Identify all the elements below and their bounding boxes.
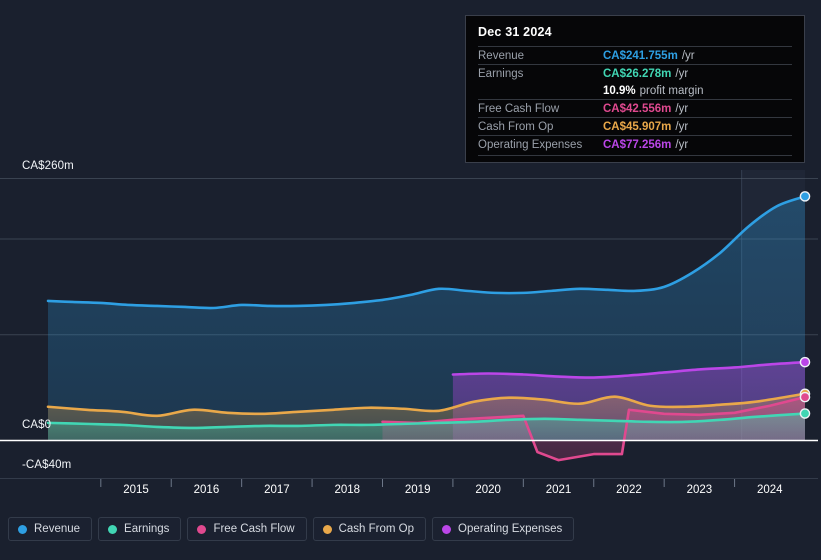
tooltip-row-unit: profit margin (639, 85, 704, 97)
tooltip-bottom-rule (478, 155, 792, 156)
y-axis-tick-label: CA$0 (22, 419, 52, 431)
tooltip-row-value: CA$241.755m (603, 50, 678, 62)
legend-item-free-cash-flow[interactable]: Free Cash Flow (187, 517, 307, 541)
legend-item-label: Earnings (124, 523, 170, 535)
x-axis-tick-label: 2018 (334, 484, 361, 496)
y-axis-tick-label: CA$260m (22, 160, 74, 172)
legend-item-label: Operating Expenses (458, 523, 563, 535)
legend-item-revenue[interactable]: Revenue (8, 517, 93, 541)
tooltip-row-value: CA$26.278m (603, 68, 672, 80)
legend-item-cash-from-op[interactable]: Cash From Op (312, 517, 427, 541)
tooltip-row-label: Earnings (478, 68, 524, 80)
tooltip-date: Dec 31 2024 (478, 25, 552, 39)
data-tooltip: Dec 31 2024 Revenue CA$241.755m/yr Earning… (465, 15, 805, 163)
chart-legend[interactable]: Revenue Earnings Free Cash Flow Cash From O… (8, 517, 575, 541)
tooltip-row-label: Operating Expenses (478, 139, 583, 151)
tooltip-row-value: CA$42.556m (603, 103, 672, 115)
tooltip-row-unit: /yr (675, 103, 689, 115)
tooltip-row-value: CA$77.256m (603, 139, 672, 151)
x-axis-tick-label: 2021 (545, 484, 572, 496)
tooltip-row-label: Revenue (478, 50, 525, 62)
x-axis-tick-label: 2023 (686, 484, 713, 496)
legend-color-dot-icon (442, 524, 452, 534)
tooltip-row-value: 10.9% (603, 85, 636, 97)
tooltip-row-unit: /yr (675, 121, 689, 133)
legend-color-dot-icon (197, 524, 207, 534)
tooltip-row-unit: /yr (675, 68, 689, 80)
tooltip-row-unit: /yr (675, 139, 689, 151)
legend-color-dot-icon (18, 524, 27, 534)
legend-item-label: Cash From Op (338, 523, 415, 535)
tooltip-row: Free Cash Flow CA$42.556m/yr (478, 99, 792, 117)
financial-chart: CA$260m CA$0 -CA$40m 2015 2016 2017 2018 2019 2… (0, 0, 821, 560)
legend-item-operating-expenses[interactable]: Operating Expenses (432, 517, 575, 541)
tooltip-row: 10.9% profit margin (478, 82, 792, 99)
tooltip-row-label: Cash From Op (478, 121, 554, 133)
x-axis-tick-label: 2020 (475, 484, 501, 496)
tooltip-rows: Revenue CA$241.755m/yr Earnings CA$26.278m /… (478, 46, 792, 153)
legend-item-label: Revenue (34, 523, 81, 535)
tooltip-row-unit: /yr (681, 50, 695, 62)
x-axis-tick-label: 2022 (616, 484, 642, 496)
tooltip-row: Operating Expenses CA$77.256m/yr (478, 135, 792, 153)
tooltip-row: Cash From Op CA$45.907m/yr (478, 117, 792, 135)
legend-item-label: Free Cash Flow (213, 523, 295, 535)
x-axis-tick-label: 2024 (756, 484, 783, 496)
x-axis-tick-label: 2015 (123, 484, 149, 496)
x-axis-tick-label: 2016 (193, 484, 220, 496)
tooltip-row-value: CA$45.907m (603, 121, 672, 133)
tooltip-row: Earnings CA$26.278m/yr (478, 64, 792, 82)
tooltip-row-label: Free Cash Flow (478, 103, 560, 115)
legend-color-dot-icon (322, 524, 332, 534)
x-axis-tick-label: 2019 (404, 484, 431, 496)
legend-item-earnings[interactable]: Earnings (98, 517, 182, 541)
tooltip-row: Revenue CA$241.755m/yr (478, 46, 792, 64)
y-axis-tick-label: -CA$40m (22, 459, 72, 471)
x-axis-tick-label: 2017 (264, 484, 290, 496)
legend-color-dot-icon (108, 524, 118, 534)
